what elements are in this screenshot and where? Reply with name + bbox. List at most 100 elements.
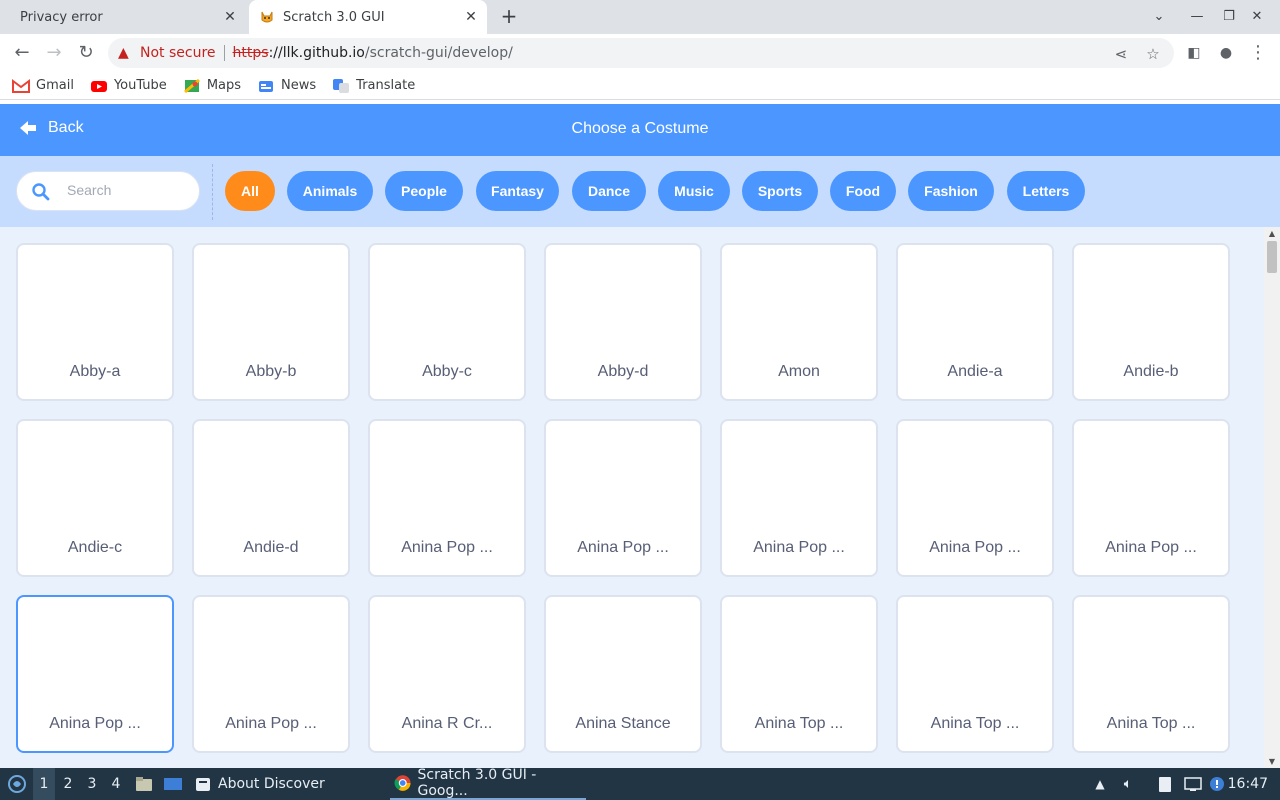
star-icon[interactable]: ☆ <box>1144 45 1162 63</box>
share-icon[interactable]: ⋖ <box>1112 45 1130 63</box>
chevron-down-icon[interactable]: ⌄ <box>1148 6 1170 28</box>
scrollbar-thumb[interactable] <box>1267 241 1277 273</box>
scroll-up-icon[interactable]: ▲ <box>1264 229 1280 238</box>
costume-item[interactable]: Anina Pop ... <box>720 419 878 577</box>
costume-item[interactable]: Anina Pop ... <box>192 595 350 753</box>
tag-food[interactable]: Food <box>830 171 896 211</box>
tag-animals[interactable]: Animals <box>287 171 373 211</box>
costume-name: Andie-c <box>67 539 123 556</box>
costume-item[interactable]: Anina Top ... <box>720 595 878 753</box>
workspace-3[interactable]: 3 <box>81 768 103 800</box>
workspace-2[interactable]: 2 <box>57 768 79 800</box>
costume-item[interactable]: Andie-d <box>192 419 350 577</box>
forward-arrow-icon[interactable]: → <box>42 41 66 65</box>
costume-thumbnail <box>28 253 162 353</box>
workspace-1[interactable]: 1 <box>33 768 55 800</box>
tray-arrow-icon[interactable]: ▲ <box>1092 768 1108 800</box>
taskbar-window-about-discover[interactable]: About Discover <box>194 768 384 800</box>
costume-item[interactable]: Anina Stance <box>544 595 702 753</box>
tag-people[interactable]: People <box>385 171 463 211</box>
scroll-down-icon[interactable]: ▼ <box>1264 757 1280 766</box>
costume-thumbnail <box>556 429 690 529</box>
bookmark-gmail[interactable]: Gmail <box>12 78 74 94</box>
tag-music[interactable]: Music <box>658 171 730 211</box>
profile-icon[interactable]: ● <box>1214 41 1238 65</box>
costume-thumbnail <box>380 605 514 705</box>
costume-item[interactable]: Andie-a <box>896 243 1054 401</box>
network-icon[interactable] <box>1182 768 1204 800</box>
costume-item[interactable]: Anina Top ... <box>1072 595 1230 753</box>
costume-item[interactable]: Anina Pop ... <box>368 419 526 577</box>
vertical-scrollbar[interactable]: ▲ ▼ <box>1264 227 1280 768</box>
bookmark-maps[interactable]: Maps <box>183 78 241 94</box>
search-input[interactable] <box>67 182 187 198</box>
menu-icon[interactable]: ⋮ <box>1246 41 1270 65</box>
bookmark-label: Maps <box>206 78 242 93</box>
tag-sports[interactable]: Sports <box>742 171 818 211</box>
costume-item[interactable]: Anina Pop ... <box>16 595 174 753</box>
clock: 16:47 <box>1227 776 1268 792</box>
costume-thumbnail <box>204 605 338 705</box>
costume-item[interactable]: Abby-b <box>192 243 350 401</box>
bookmark-youtube[interactable]: YouTube <box>90 78 167 94</box>
costume-name: Andie-a <box>947 363 1003 380</box>
close-icon[interactable]: ✕ <box>222 9 238 25</box>
costume-item[interactable]: Anina Pop ... <box>896 419 1054 577</box>
page-title: Choose a Costume <box>571 120 709 137</box>
costume-item[interactable]: Anina Pop ... <box>544 419 702 577</box>
tab-title: Privacy error <box>20 9 103 25</box>
costume-thumbnail <box>908 605 1042 705</box>
costume-thumbnail <box>732 429 866 529</box>
bookmark-news[interactable]: News <box>257 78 316 94</box>
restore-button[interactable]: ❐ <box>1218 6 1240 28</box>
costume-name: Anina Top ... <box>1106 715 1196 732</box>
start-menu-icon[interactable] <box>4 768 30 800</box>
costume-item[interactable]: Andie-b <box>1072 243 1230 401</box>
costume-name: Abby-c <box>422 363 472 380</box>
side-panel-icon[interactable]: ◧ <box>1182 41 1206 65</box>
bookmark-label: Translate <box>356 78 416 93</box>
tab-privacy-error[interactable]: Privacy error ✕ <box>0 0 246 34</box>
taskbar-window-scratch[interactable]: Scratch 3.0 GUI - Goog... <box>390 767 586 800</box>
costume-thumbnail <box>556 605 690 705</box>
back-arrow-icon[interactable]: ← <box>10 41 34 65</box>
tag-all[interactable]: All <box>225 171 275 211</box>
notification-icon[interactable] <box>1208 768 1226 800</box>
tab-scratch-gui[interactable]: Scratch 3.0 GUI ✕ <box>249 0 487 34</box>
tag-dance[interactable]: Dance <box>572 171 646 211</box>
costume-thumbnail <box>1084 253 1218 353</box>
search-box[interactable] <box>16 171 200 211</box>
tag-letters[interactable]: Letters <box>1007 171 1085 211</box>
minimize-button[interactable]: — <box>1186 6 1208 28</box>
news-icon <box>259 80 274 92</box>
address-bar[interactable]: ▲ Not secure https ://llk.github.io /scr… <box>108 38 1174 68</box>
close-window-button[interactable]: ✕ <box>1246 6 1268 28</box>
tag-fantasy[interactable]: Fantasy <box>476 171 559 211</box>
window-label: About Discover <box>218 776 325 792</box>
tag-fashion[interactable]: Fashion <box>908 171 994 211</box>
volume-icon[interactable]: 🔈︎ <box>1118 768 1138 800</box>
file-manager-icon[interactable] <box>134 768 154 800</box>
costume-name: Anina Pop ... <box>753 539 845 556</box>
costume-library: Abby-a Abby-b Abby-c Abby-d Amon Andie-a… <box>0 227 1264 768</box>
costume-item[interactable]: Abby-d <box>544 243 702 401</box>
costume-item[interactable]: Amon <box>720 243 878 401</box>
desktop-icon[interactable] <box>162 768 184 800</box>
costume-item[interactable]: Abby-c <box>368 243 526 401</box>
discover-icon <box>196 778 210 791</box>
new-tab-button[interactable]: + <box>498 6 520 28</box>
separator <box>223 45 225 61</box>
security-label[interactable]: Not secure <box>140 45 216 61</box>
costume-item[interactable]: Andie-c <box>16 419 174 577</box>
clipboard-icon[interactable] <box>1155 768 1175 800</box>
bookmark-translate[interactable]: Translate <box>332 78 415 94</box>
workspace-4[interactable]: 4 <box>105 768 127 800</box>
costume-item[interactable]: Abby-a <box>16 243 174 401</box>
costume-item[interactable]: Anina Top ... <box>896 595 1054 753</box>
costume-item[interactable]: Anina R Cr... <box>368 595 526 753</box>
close-icon[interactable]: ✕ <box>463 9 479 25</box>
reload-icon[interactable]: ↻ <box>74 41 98 65</box>
costume-item[interactable]: Anina Pop ... <box>1072 419 1230 577</box>
costume-thumbnail <box>556 253 690 353</box>
costume-thumbnail <box>1084 429 1218 529</box>
